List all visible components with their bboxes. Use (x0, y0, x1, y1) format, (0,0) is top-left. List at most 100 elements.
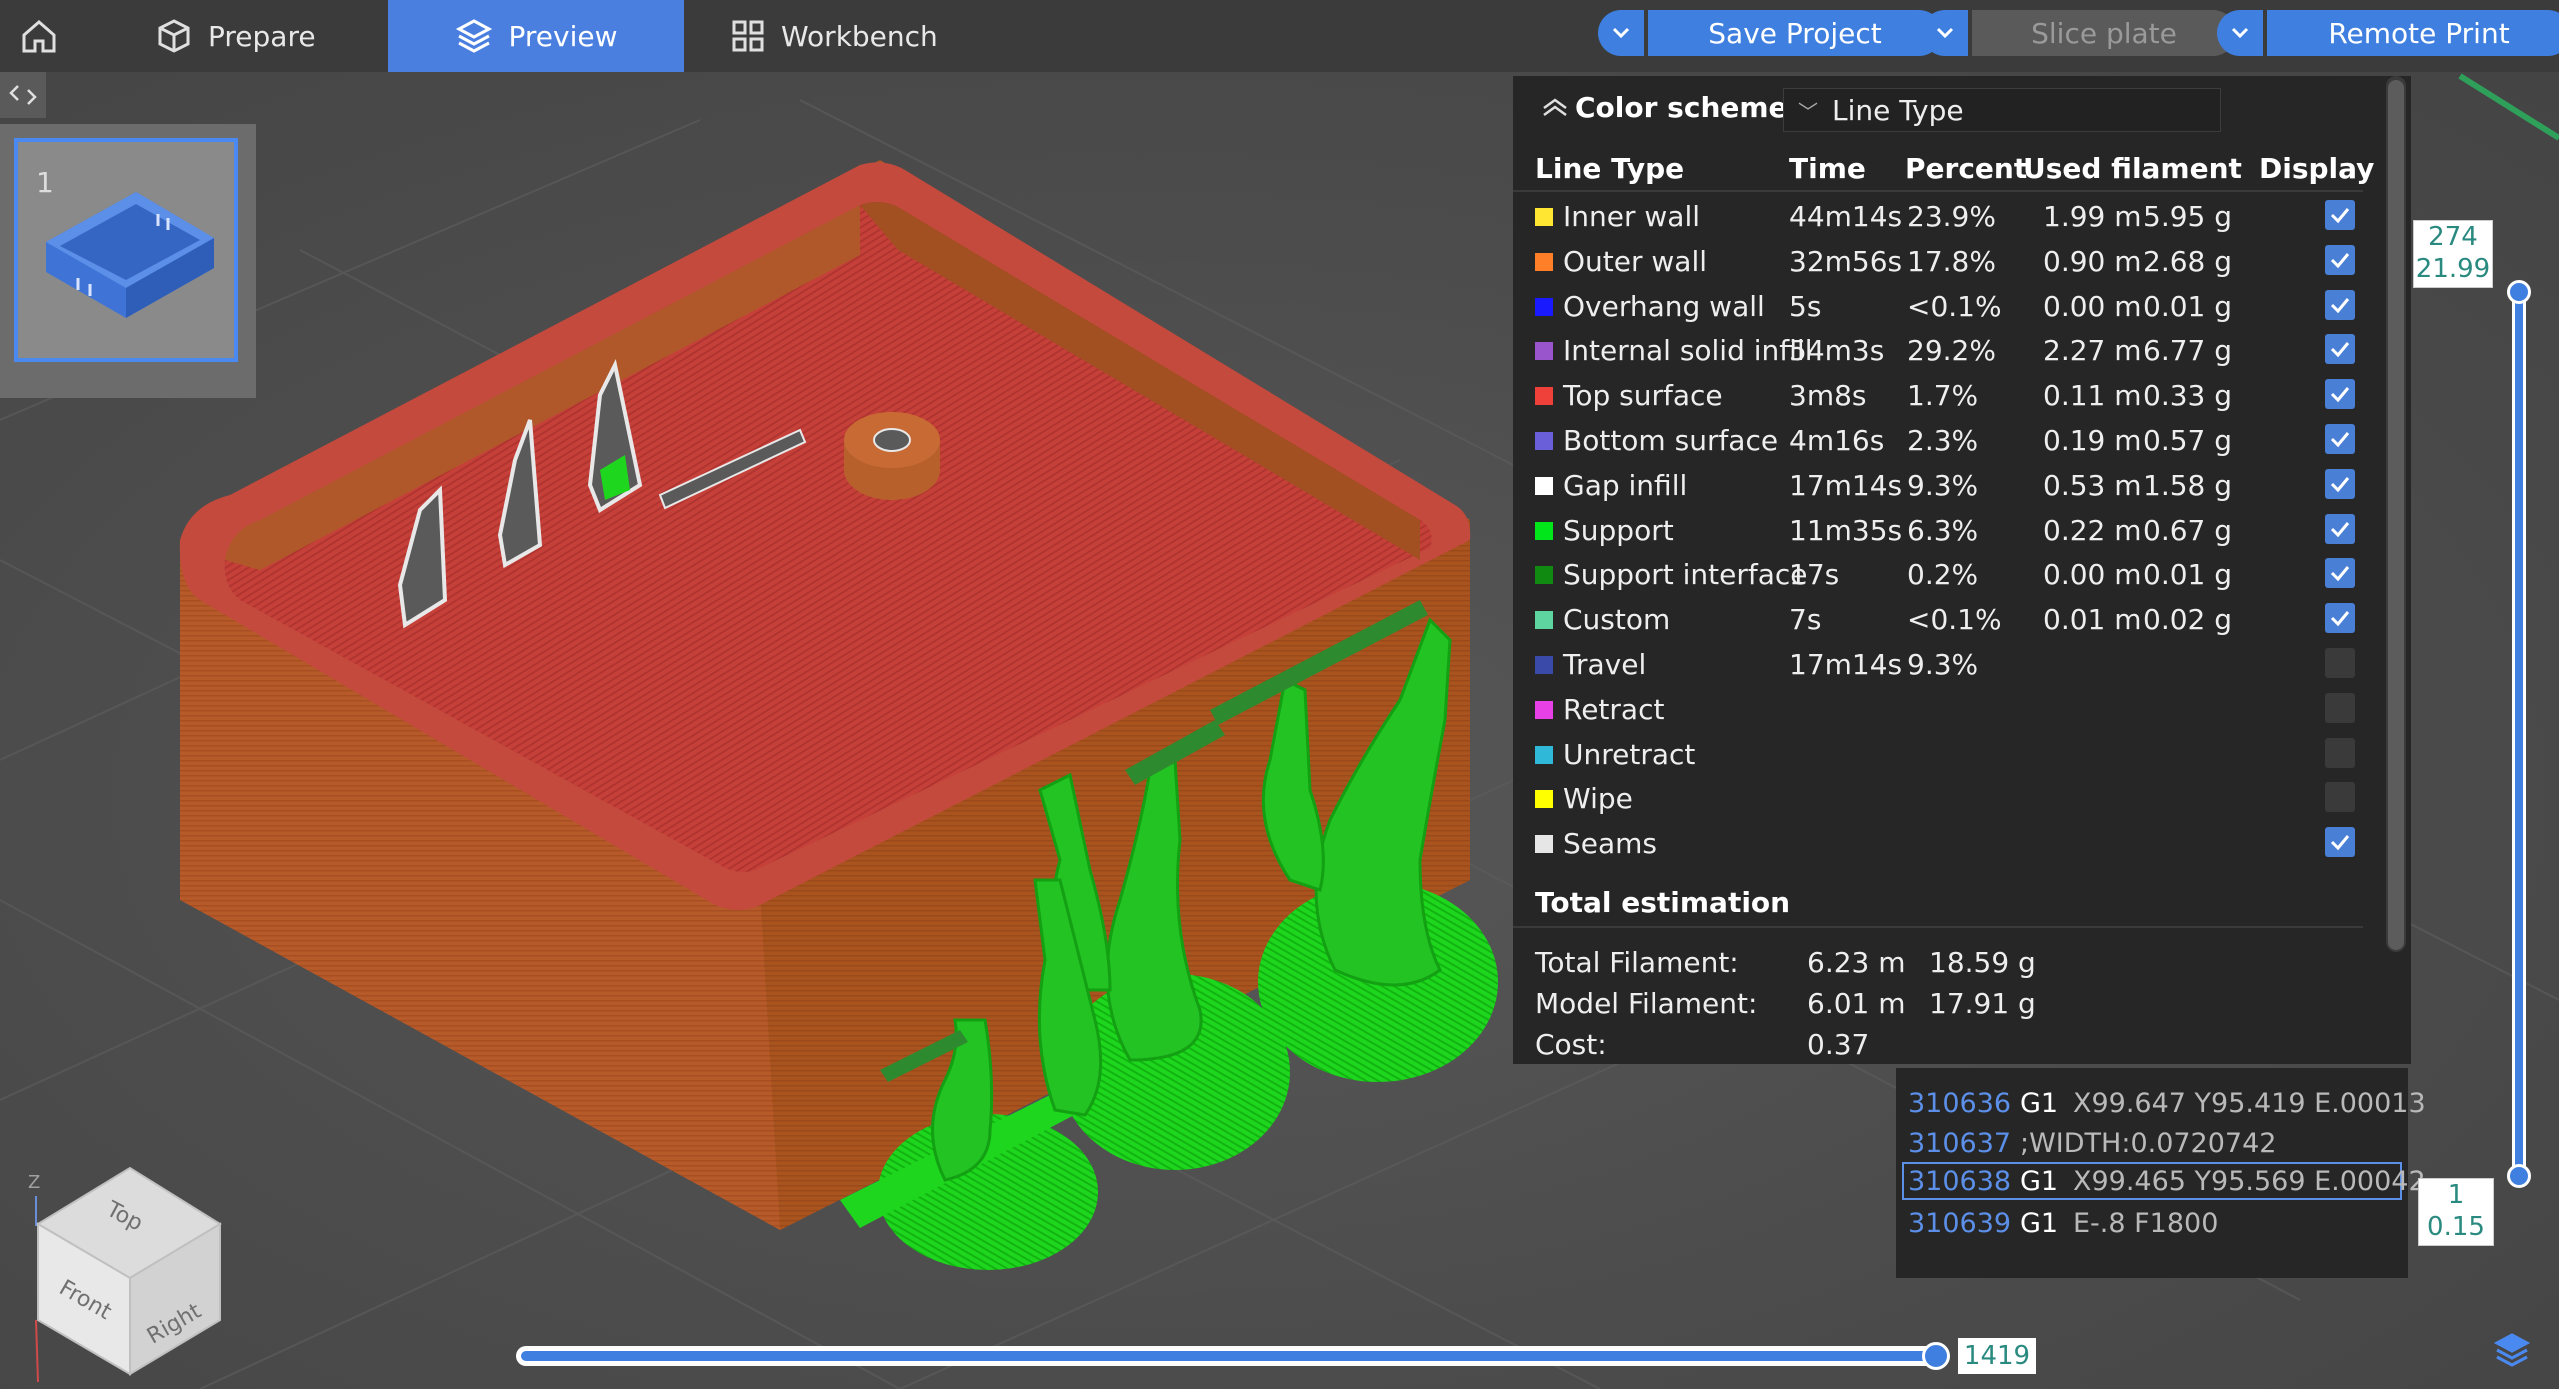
line-type-name: Travel (1563, 647, 1647, 681)
gcode-command: G1 (2020, 1166, 2059, 1197)
line-type-color-swatch (1535, 297, 1553, 316)
move-slider-track[interactable] (516, 1346, 1948, 1366)
display-checkbox[interactable] (2325, 603, 2355, 634)
chevron-down-icon (2231, 27, 2249, 39)
layer-top-number: 274 (2428, 222, 2478, 252)
checkmark-icon (2330, 432, 2350, 448)
display-checkbox[interactable] (2325, 244, 2355, 275)
move-slider-handle[interactable] (1922, 1342, 1950, 1370)
chevron-down-icon (1612, 27, 1630, 39)
tab-prepare-label: Prepare (208, 19, 316, 53)
gcode-line-selected[interactable]: 310638 G1 X99.465 Y95.569 E.00042 (1902, 1162, 2426, 1200)
display-checkbox[interactable] (2325, 200, 2355, 230)
gcode-line[interactable]: 310639 G1 E-.8 F1800 (1908, 1204, 2404, 1242)
gcode-line[interactable]: 310636 G1 X99.647 Y95.419 E.00013 (1908, 1084, 2426, 1122)
line-type-color-swatch (1535, 611, 1553, 630)
gcode-line-number: 310637 (1908, 1128, 2012, 1159)
legend-row: Overhang wall 5s <0.1% 0.00 m 0.01 g (1513, 284, 2363, 329)
layers-icon (455, 19, 492, 53)
legend-row: Custom 7s <0.1% 0.01 m 0.02 g (1513, 597, 2363, 642)
layer-top-label: 274 21.99 (2413, 220, 2493, 288)
line-type-color-swatch (1535, 208, 1553, 226)
legend-scrollbar[interactable] (2386, 76, 2406, 952)
line-type-weight: 2.68 g (2143, 244, 2233, 278)
gcode-viewer: 310636 G1 X99.647 Y95.419 E.00013 310637… (1896, 1068, 2426, 1278)
display-checkbox[interactable] (2325, 647, 2355, 678)
collapse-sidebar-button[interactable] (0, 72, 46, 118)
legend-scroll-thumb[interactable] (2388, 80, 2404, 950)
display-checkbox[interactable] (2325, 692, 2355, 723)
display-checkbox[interactable] (2325, 379, 2355, 410)
display-checkbox[interactable] (2325, 558, 2355, 589)
remote-print-dropdown[interactable] (2217, 10, 2263, 56)
line-type-length: 0.00 m (2043, 558, 2142, 592)
line-type-name: Outer wall (1563, 244, 1708, 278)
line-type-color-swatch (1535, 431, 1553, 450)
layer-top-height: 21.99 (2415, 254, 2491, 284)
layers-icon[interactable] (2492, 1330, 2532, 1370)
line-type-time: 7s (1789, 603, 1822, 637)
tab-prepare[interactable]: Prepare (130, 0, 342, 72)
line-type-color-swatch (1535, 387, 1553, 406)
display-checkbox[interactable] (2325, 468, 2355, 499)
tab-preview[interactable]: Preview (388, 0, 684, 72)
total-estimation-header: Total estimation (1513, 876, 2363, 928)
gcode-command: G1 (2020, 1208, 2059, 1239)
display-checkbox[interactable] (2325, 289, 2355, 320)
slice-plate-button[interactable]: Slice plate (1972, 10, 2236, 56)
display-checkbox[interactable] (2325, 423, 2355, 454)
layer-slider-bottom-handle[interactable] (2507, 1164, 2531, 1188)
legend-row: Internal solid infill 54m3s 29.2% 2.27 m 6.7… (1513, 328, 2363, 373)
legend-row: Retract (1513, 687, 2363, 732)
legend-row: Seams (1513, 821, 2363, 866)
gcode-args: X99.465 Y95.569 E.00042 (2073, 1166, 2426, 1197)
line-type-name: Custom (1563, 603, 1671, 637)
model-label: Model Filament: (1535, 987, 1758, 1020)
slice-plate-dropdown[interactable] (1922, 10, 1968, 56)
line-type-color-swatch (1535, 835, 1553, 854)
line-type-percent: 9.3% (1907, 647, 1979, 681)
line-type-name: Internal solid infill (1563, 334, 1813, 368)
display-checkbox[interactable] (2325, 827, 2355, 858)
legend-row: Travel 17m14s 9.3% (1513, 642, 2363, 687)
display-checkbox[interactable] (2325, 513, 2355, 544)
line-type-name: Inner wall (1563, 200, 1701, 233)
line-type-time: 32m56s (1789, 244, 1903, 278)
view-cube[interactable]: Z Top Front Right (22, 1156, 242, 1386)
display-checkbox[interactable] (2325, 782, 2355, 813)
line-type-color-swatch (1535, 655, 1553, 674)
save-project-dropdown[interactable] (1598, 10, 1644, 56)
total-filament-row: Total Filament: 6.23 m 18.59 g (1535, 946, 2355, 986)
legend-row: Outer wall 32m56s 17.8% 0.90 m 2.68 g (1513, 239, 2363, 284)
save-project-button[interactable]: Save Project (1648, 10, 1942, 56)
line-type-length: 0.00 m (2043, 289, 2142, 323)
cost-label: Cost: (1535, 1028, 1607, 1061)
gcode-line-number: 310636 (1908, 1088, 2012, 1119)
line-type-name: Overhang wall (1563, 289, 1765, 323)
home-button[interactable] (14, 14, 64, 58)
layer-slider-track[interactable] (2512, 290, 2526, 1178)
remote-print-button[interactable]: Remote Print (2267, 10, 2559, 56)
line-type-name: Seams (1563, 827, 1658, 861)
line-type-weight: 0.01 g (2143, 289, 2233, 323)
line-type-length: 1.99 m (2043, 200, 2142, 233)
tab-workbench[interactable]: Workbench (705, 0, 964, 72)
checkmark-icon (2330, 342, 2350, 358)
gcode-line[interactable]: 310637 ;WIDTH:0.0720742 (1908, 1124, 2404, 1162)
remote-print-group: Remote Print (2217, 10, 2559, 56)
layer-slider-top-handle[interactable] (2507, 280, 2531, 304)
grid-icon (732, 20, 764, 52)
tab-workbench-label: Workbench (781, 19, 938, 53)
line-type-color-swatch (1535, 521, 1553, 540)
checkmark-icon (2330, 611, 2350, 627)
top-toolbar: Prepare Preview Workbench Save Project S… (0, 0, 2559, 72)
cube-icon (158, 19, 190, 53)
line-type-length: 0.01 m (2043, 603, 2142, 637)
line-type-length: 0.53 m (2043, 468, 2142, 502)
display-checkbox[interactable] (2325, 737, 2355, 768)
plate-thumbnail[interactable]: 1 (14, 138, 238, 362)
line-type-name: Gap infill (1563, 468, 1688, 502)
display-checkbox[interactable] (2325, 334, 2355, 365)
color-scheme-select[interactable]: ﹀ Line Type (1783, 88, 2221, 132)
chevron-up-icon[interactable] (1535, 96, 1575, 118)
